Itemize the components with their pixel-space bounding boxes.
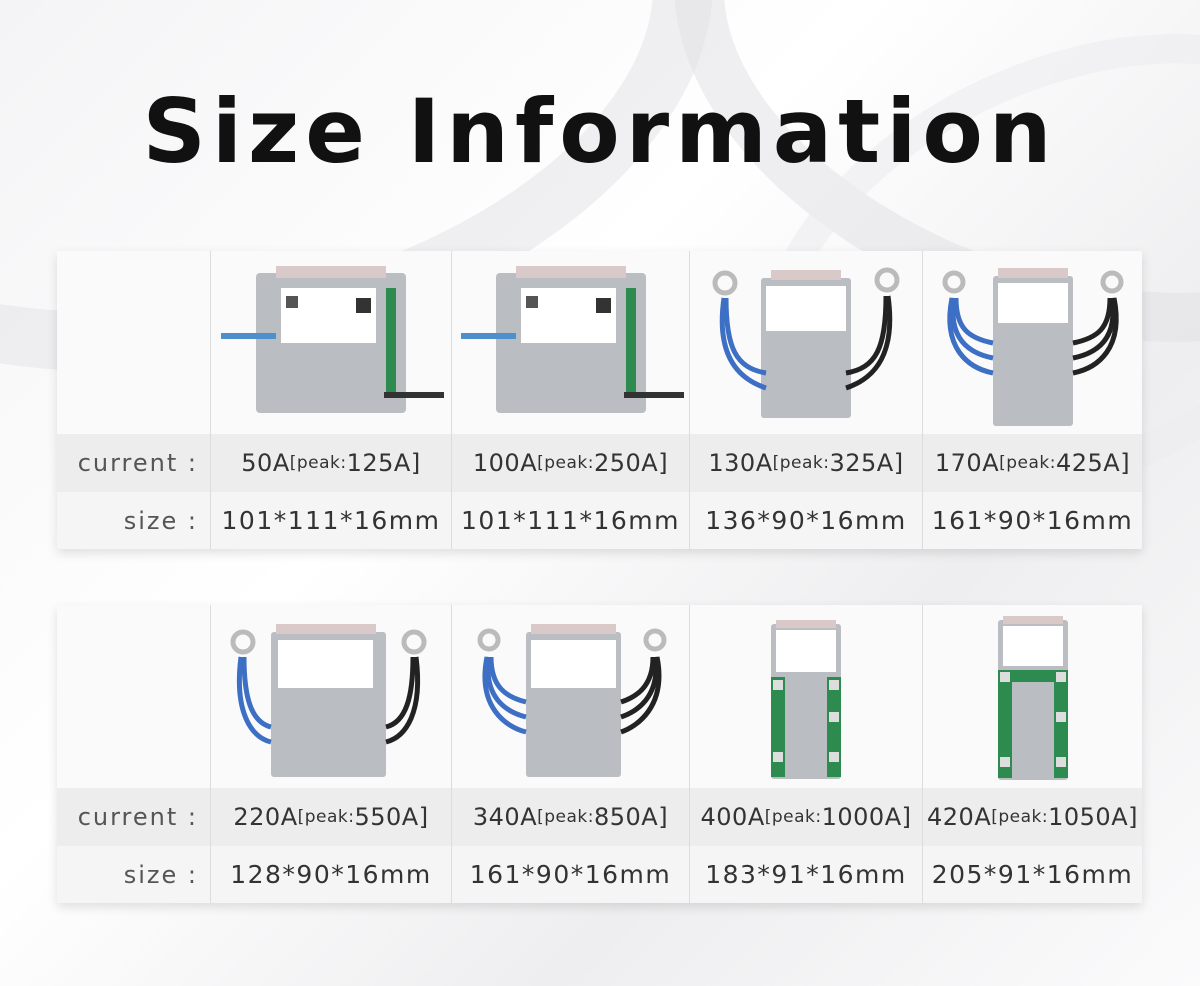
product-image-100a xyxy=(452,251,690,434)
bms-board-image xyxy=(477,623,666,777)
current-value: 420A [peak: 1050A] xyxy=(923,788,1142,846)
product-image-420a xyxy=(923,605,1142,788)
bms-board-image xyxy=(221,265,444,413)
product-image-400a xyxy=(690,605,923,788)
size-value: 128*90*16mm xyxy=(211,846,452,903)
current-value: 400A [peak: 1000A] xyxy=(690,788,923,846)
current-value: 170A [peak: 425A] xyxy=(923,434,1142,492)
bms-board-image xyxy=(771,619,841,779)
current-value: 130A [peak: 325A] xyxy=(690,434,923,492)
product-image-340a xyxy=(452,605,690,788)
size-label: size : xyxy=(57,846,211,903)
bms-board-image xyxy=(230,623,427,777)
bms-board-image xyxy=(460,265,684,413)
size-value: 101*111*16mm xyxy=(211,492,452,549)
size-value: 161*90*16mm xyxy=(452,846,690,903)
current-value: 340A [peak: 850A] xyxy=(452,788,690,846)
bms-board-image xyxy=(942,267,1123,426)
current-value: 220A [peak: 550A] xyxy=(211,788,452,846)
size-value: 136*90*16mm xyxy=(690,492,923,549)
header-blank-cell xyxy=(57,605,211,788)
product-image-220a xyxy=(211,605,452,788)
bms-board-image xyxy=(997,615,1068,780)
current-value: 50A [peak: 125A] xyxy=(211,434,452,492)
size-value: 161*90*16mm xyxy=(923,492,1142,549)
size-value: 101*111*16mm xyxy=(452,492,690,549)
current-label: current : xyxy=(57,434,211,492)
current-label: current : xyxy=(57,788,211,846)
page-title: Size Information xyxy=(142,80,1058,183)
size-table-top: current : 50A [peak: 125A] 100A [peak: 250A]… xyxy=(57,251,1142,549)
product-image-170a xyxy=(923,251,1142,434)
current-value: 100A [peak: 250A] xyxy=(452,434,690,492)
bms-board-image xyxy=(712,267,900,418)
size-value: 183*91*16mm xyxy=(690,846,923,903)
product-image-130a xyxy=(690,251,923,434)
size-label: size : xyxy=(57,492,211,549)
size-value: 205*91*16mm xyxy=(923,846,1142,903)
size-table-bottom: current : 220A [peak: 550A] 340A [peak: 850A… xyxy=(57,605,1142,903)
header-blank-cell xyxy=(57,251,211,434)
product-image-50a xyxy=(211,251,452,434)
